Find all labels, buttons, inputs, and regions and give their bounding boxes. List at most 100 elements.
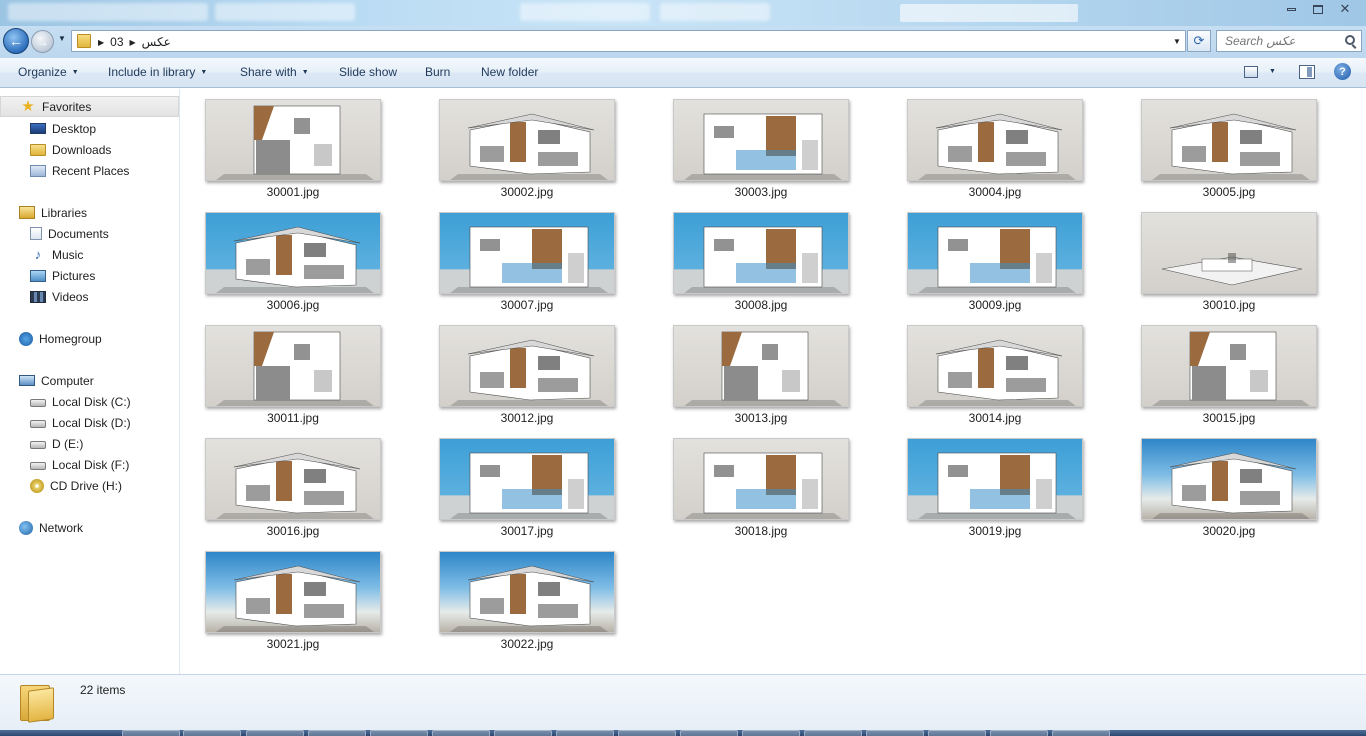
- file-name[interactable]: 30014.jpg: [907, 411, 1083, 425]
- image-thumbnail[interactable]: [907, 438, 1083, 520]
- file-name[interactable]: 30002.jpg: [439, 185, 615, 199]
- taskbar-button[interactable]: [680, 730, 738, 736]
- burn-button[interactable]: Burn: [425, 65, 450, 79]
- file-tile[interactable]: 30015.jpg: [1141, 315, 1317, 425]
- nav-recent-places[interactable]: Recent Places: [0, 160, 179, 181]
- file-name[interactable]: 30015.jpg: [1141, 411, 1317, 425]
- file-name[interactable]: 30019.jpg: [907, 524, 1083, 538]
- search-icon[interactable]: [1345, 35, 1355, 45]
- share-with-button[interactable]: Share with ▼: [240, 65, 309, 79]
- image-thumbnail[interactable]: [439, 99, 615, 181]
- file-name[interactable]: 30003.jpg: [673, 185, 849, 199]
- nav-drive-e[interactable]: D (E:): [0, 433, 179, 454]
- image-thumbnail[interactable]: [907, 212, 1083, 294]
- file-tile[interactable]: 30006.jpg: [205, 202, 381, 312]
- file-tile[interactable]: 30007.jpg: [439, 202, 615, 312]
- recent-pages-button[interactable]: ▼: [58, 34, 66, 43]
- file-tile[interactable]: 30011.jpg: [205, 315, 381, 425]
- file-name[interactable]: 30008.jpg: [673, 298, 849, 312]
- nav-downloads[interactable]: Downloads: [0, 139, 179, 160]
- image-thumbnail[interactable]: [205, 99, 381, 181]
- file-tile[interactable]: 30004.jpg: [907, 89, 1083, 199]
- image-thumbnail[interactable]: [439, 551, 615, 633]
- close-button[interactable]: ✕: [1332, 0, 1358, 18]
- file-name[interactable]: 30011.jpg: [205, 411, 381, 425]
- taskbar-button[interactable]: [494, 730, 552, 736]
- view-options-chevron-icon[interactable]: ▼: [1269, 68, 1276, 75]
- file-tile[interactable]: 30022.jpg: [439, 541, 615, 651]
- file-name[interactable]: 30001.jpg: [205, 185, 381, 199]
- file-tile[interactable]: 30019.jpg: [907, 428, 1083, 538]
- file-tile[interactable]: 30013.jpg: [673, 315, 849, 425]
- image-thumbnail[interactable]: [205, 325, 381, 407]
- nav-local-disk-c[interactable]: Local Disk (C:): [0, 391, 179, 412]
- file-name[interactable]: 30013.jpg: [673, 411, 849, 425]
- back-button[interactable]: ←: [3, 28, 29, 54]
- nav-pictures[interactable]: Pictures: [0, 265, 179, 286]
- file-name[interactable]: 30007.jpg: [439, 298, 615, 312]
- taskbar-button[interactable]: [618, 730, 676, 736]
- organize-button[interactable]: Organize ▼: [18, 65, 79, 79]
- file-name[interactable]: 30017.jpg: [439, 524, 615, 538]
- file-tile[interactable]: 30010.jpg: [1141, 202, 1317, 312]
- nav-music[interactable]: ♪ Music: [0, 244, 179, 265]
- preview-pane-icon[interactable]: [1299, 65, 1315, 79]
- file-tile[interactable]: 30005.jpg: [1141, 89, 1317, 199]
- image-thumbnail[interactable]: [1141, 325, 1317, 407]
- file-name[interactable]: 30018.jpg: [673, 524, 849, 538]
- file-tile[interactable]: 30012.jpg: [439, 315, 615, 425]
- file-tile[interactable]: 30008.jpg: [673, 202, 849, 312]
- taskbar-button[interactable]: [742, 730, 800, 736]
- include-in-library-button[interactable]: Include in library ▼: [108, 65, 207, 79]
- nav-cd-drive[interactable]: CD Drive (H:): [0, 475, 179, 496]
- image-thumbnail[interactable]: [1141, 99, 1317, 181]
- file-tile[interactable]: 30009.jpg: [907, 202, 1083, 312]
- nav-videos[interactable]: Videos: [0, 286, 179, 307]
- file-tile[interactable]: 30017.jpg: [439, 428, 615, 538]
- refresh-button[interactable]: ⟳: [1187, 30, 1211, 52]
- file-tile[interactable]: 30003.jpg: [673, 89, 849, 199]
- taskbar-button[interactable]: [866, 730, 924, 736]
- taskbar-button[interactable]: [804, 730, 862, 736]
- image-thumbnail[interactable]: [673, 212, 849, 294]
- image-thumbnail[interactable]: [907, 99, 1083, 181]
- taskbar-button[interactable]: [122, 730, 180, 736]
- image-thumbnail[interactable]: [673, 325, 849, 407]
- taskbar-button[interactable]: [246, 730, 304, 736]
- image-thumbnail[interactable]: [1141, 212, 1317, 294]
- nav-local-disk-d[interactable]: Local Disk (D:): [0, 412, 179, 433]
- nav-homegroup[interactable]: Homegroup: [0, 328, 179, 349]
- file-tile[interactable]: 30020.jpg: [1141, 428, 1317, 538]
- file-tile[interactable]: 30002.jpg: [439, 89, 615, 199]
- image-thumbnail[interactable]: [907, 325, 1083, 407]
- taskbar-button[interactable]: [928, 730, 986, 736]
- image-thumbnail[interactable]: [673, 438, 849, 520]
- taskbar-button[interactable]: [432, 730, 490, 736]
- file-tile[interactable]: 30001.jpg: [205, 89, 381, 199]
- image-thumbnail[interactable]: [205, 551, 381, 633]
- file-tile[interactable]: 30018.jpg: [673, 428, 849, 538]
- maximize-button[interactable]: [1305, 0, 1331, 18]
- nav-documents[interactable]: Documents: [0, 223, 179, 244]
- file-name[interactable]: 30004.jpg: [907, 185, 1083, 199]
- image-thumbnail[interactable]: [439, 212, 615, 294]
- image-thumbnail[interactable]: [205, 438, 381, 520]
- image-thumbnail[interactable]: [205, 212, 381, 294]
- file-name[interactable]: 30009.jpg: [907, 298, 1083, 312]
- file-tile[interactable]: 30014.jpg: [907, 315, 1083, 425]
- nav-desktop[interactable]: Desktop: [0, 118, 179, 139]
- image-thumbnail[interactable]: [673, 99, 849, 181]
- forward-button[interactable]: →: [31, 30, 54, 53]
- breadcrumb-item[interactable]: عکس: [142, 35, 171, 49]
- nav-network[interactable]: Network: [0, 517, 179, 538]
- taskbar-button[interactable]: [1052, 730, 1110, 736]
- nav-computer[interactable]: Computer: [0, 370, 179, 391]
- file-name[interactable]: 30010.jpg: [1141, 298, 1317, 312]
- change-view-icon[interactable]: [1244, 66, 1258, 78]
- image-thumbnail[interactable]: [439, 438, 615, 520]
- breadcrumb-chevron-icon[interactable]: ▶: [98, 38, 104, 47]
- file-tile[interactable]: 30021.jpg: [205, 541, 381, 651]
- file-name[interactable]: 30022.jpg: [439, 637, 615, 651]
- file-name[interactable]: 30021.jpg: [205, 637, 381, 651]
- minimize-button[interactable]: [1278, 0, 1304, 18]
